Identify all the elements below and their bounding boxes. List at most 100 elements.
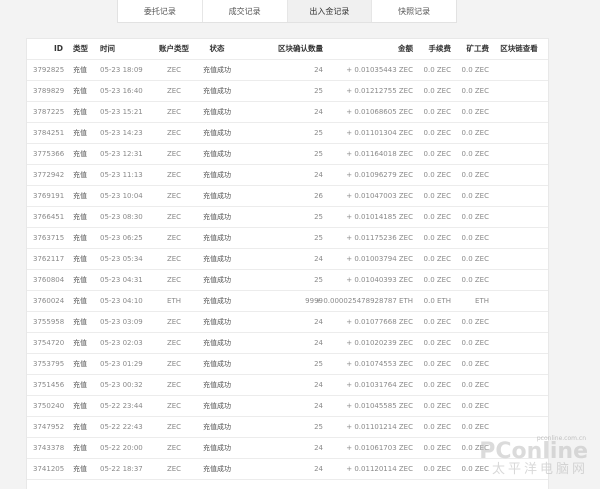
row-amount: + 0.01068605 ZEC: [346, 108, 413, 116]
tab-snapshots[interactable]: 快照记录: [372, 0, 456, 22]
row-fee: 0.0 ZEC: [423, 234, 451, 242]
row-time: 05-22 23:44: [100, 402, 143, 410]
row-chain-view[interactable]: [493, 354, 545, 374]
row-account: ZEC: [166, 444, 182, 452]
row-time: 05-23 04:10: [100, 297, 143, 305]
row-id: 3769191: [33, 192, 65, 200]
row-time: 05-23 00:32: [100, 381, 143, 389]
row-amount: + 0.01020239 ZEC: [346, 339, 413, 347]
row-miner-fee: 0.0 ZEC: [461, 276, 489, 284]
row-type: 充值: [73, 213, 87, 221]
row-chain-view[interactable]: [493, 123, 545, 143]
row-fee: 0.0 ZEC: [423, 108, 451, 116]
row-chain-view[interactable]: [493, 165, 545, 185]
row-status: 充值成功: [203, 360, 231, 368]
row-miner-fee: 0.0 ZEC: [461, 171, 489, 179]
row-id: 3750240: [33, 402, 65, 410]
row-chain-view[interactable]: [493, 396, 545, 416]
table-row: 3751456 充值 05-23 00:32 ZEC 充值成功 24 + 0.0103176…: [27, 375, 548, 396]
table-row: 3750240 充值 05-22 23:44 ZEC 充值成功 24 + 0.0104558…: [27, 396, 548, 417]
row-account: ZEC: [166, 381, 182, 389]
row-chain-view[interactable]: [493, 375, 545, 395]
row-chain-view[interactable]: [493, 186, 545, 206]
row-type: 充值: [73, 402, 87, 410]
row-account: ZEC: [166, 255, 182, 263]
row-chain-view[interactable]: [493, 270, 545, 290]
row-chain-view[interactable]: [493, 81, 545, 101]
row-time: 05-23 14:23: [100, 129, 143, 137]
row-id: 3775366: [33, 150, 65, 158]
row-status: 充值成功: [203, 66, 231, 74]
tab-orders[interactable]: 委托记录: [118, 0, 203, 22]
row-id: 3772942: [33, 171, 65, 179]
row-miner-fee: 0.0 ZEC: [461, 108, 489, 116]
row-fee: 0.0 ZEC: [423, 87, 451, 95]
row-time: 05-23 02:03: [100, 339, 143, 347]
row-miner-fee: 0.0 ZEC: [461, 339, 489, 347]
table-header: ID 类型 时间 账户类型 状态 区块确认数量 金额 手续费 矿工费 区块链查看: [27, 39, 548, 60]
row-chain-view[interactable]: [493, 312, 545, 332]
row-chain-view[interactable]: [493, 249, 545, 269]
row-status: 充值成功: [203, 318, 231, 326]
row-time: 05-22 22:43: [100, 423, 143, 431]
row-status: 充值成功: [203, 381, 231, 389]
row-amount: + 0.01120114 ZEC: [346, 465, 413, 473]
row-chain-view[interactable]: [493, 60, 545, 80]
header-account: 账户类型: [159, 44, 189, 53]
row-status: 充值成功: [203, 87, 231, 95]
row-amount: + 0.01164018 ZEC: [346, 150, 413, 158]
row-time: 05-22 18:37: [100, 465, 143, 473]
row-time: 05-23 18:09: [100, 66, 143, 74]
row-chain-view[interactable]: [493, 144, 545, 164]
watermark-url: pconline.com.cn: [536, 435, 586, 442]
row-account: ZEC: [166, 87, 182, 95]
row-time: 05-23 10:04: [100, 192, 143, 200]
row-miner-fee: 0.0 ZEC: [461, 255, 489, 263]
row-amount: + 0.01040393 ZEC: [346, 276, 413, 284]
row-id: 3787225: [33, 108, 65, 116]
row-miner-fee: 0.0 ZEC: [461, 87, 489, 95]
tab-trades[interactable]: 成交记录: [203, 0, 288, 22]
row-type: 充值: [73, 276, 87, 284]
row-fee: 0.0 ETH: [423, 297, 451, 305]
row-id: 3741205: [33, 465, 65, 473]
tab-deposits-withdrawals[interactable]: 出入金记录: [287, 0, 373, 22]
row-chain-view[interactable]: [493, 417, 545, 437]
row-status: 充值成功: [203, 255, 231, 263]
row-fee: 0.0 ZEC: [423, 150, 451, 158]
row-account: ZEC: [166, 213, 182, 221]
table-row: 3762117 充值 05-23 05:34 ZEC 充值成功 24 + 0.0100379…: [27, 249, 548, 270]
row-type: 充值: [73, 87, 87, 95]
table-row: 3743378 充值 05-22 20:00 ZEC 充值成功 24 + 0.0106170…: [27, 438, 548, 459]
table-row: 3772942 充值 05-23 11:13 ZEC 充值成功 24 + 0.0109627…: [27, 165, 548, 186]
pconline-watermark: pconline.com.cn PConline 太平洋电脑网: [479, 435, 588, 477]
row-chain-view[interactable]: [493, 102, 545, 122]
row-time: 05-23 04:31: [100, 276, 143, 284]
row-fee: 0.0 ZEC: [423, 444, 451, 452]
row-chain-view[interactable]: [493, 291, 545, 311]
row-type: 充值: [73, 423, 87, 431]
row-account: ZEC: [166, 129, 182, 137]
row-amount: + 0.01045585 ZEC: [346, 402, 413, 410]
table-row: 3784251 充值 05-23 14:23 ZEC 充值成功 25 + 0.0110130…: [27, 123, 548, 144]
header-miner-fee: 矿工费: [466, 44, 490, 53]
row-chain-view[interactable]: [493, 228, 545, 248]
row-time: 05-23 16:40: [100, 87, 143, 95]
row-id: 3763715: [33, 234, 65, 242]
header-type: 类型: [73, 44, 88, 53]
row-type: 充值: [73, 150, 87, 158]
table-row: 3787225 充值 05-23 15:21 ZEC 充值成功 24 + 0.0106860…: [27, 102, 548, 123]
row-fee: 0.0 ZEC: [423, 213, 451, 221]
row-chain-view[interactable]: [493, 207, 545, 227]
row-id: 3754720: [33, 339, 65, 347]
row-miner-fee: 0.0 ZEC: [461, 423, 489, 431]
row-status: 充值成功: [203, 465, 231, 473]
row-fee: 0.0 ZEC: [423, 402, 451, 410]
table-row: 3789829 充值 05-23 16:40 ZEC 充值成功 25 + 0.0121275…: [27, 81, 548, 102]
row-chain-view[interactable]: [493, 333, 545, 353]
row-time: 05-23 05:34: [100, 255, 143, 263]
row-miner-fee: 0.0 ZEC: [461, 192, 489, 200]
row-time: 05-23 11:13: [100, 171, 143, 179]
row-account: ZEC: [166, 423, 182, 431]
row-amount: + 0.01096279 ZEC: [346, 171, 413, 179]
